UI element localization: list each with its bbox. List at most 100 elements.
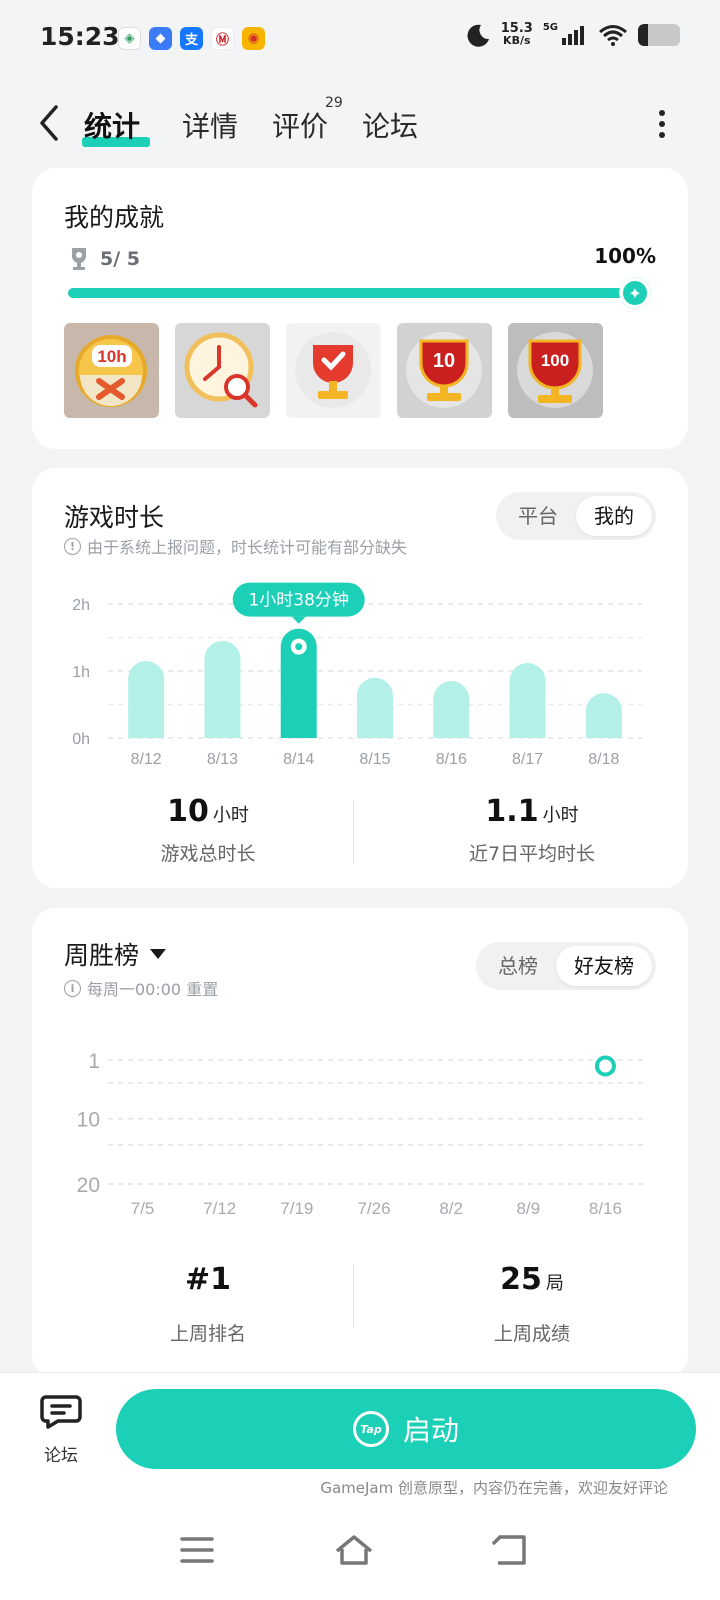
battery-icon (638, 24, 680, 46)
y-tick-label: 20 (77, 1174, 100, 1197)
ranking-segment: 总榜 好友榜 (476, 942, 656, 990)
total-playtime-label: 游戏总时长 (160, 843, 256, 865)
10h-badge-icon: 10h (75, 335, 147, 407)
ranking-line-chart: 1 10 20 7/5 7/12 7/19 7/26 8/2 8/9 8/16 (77, 1050, 648, 1218)
trophy-check-icon (295, 332, 371, 408)
forum-button[interactable]: 论坛 (36, 1393, 86, 1466)
net-speed-unit: KB/s (503, 34, 531, 47)
clock-search-icon (184, 332, 258, 408)
achievement-progress-fill (68, 288, 644, 298)
y-tick-label: 2h (72, 597, 90, 614)
segment-friends[interactable]: 好友榜 (556, 946, 652, 986)
tab-forum[interactable]: 论坛 (362, 105, 418, 145)
bar (585, 693, 622, 738)
last-week-rank-value: #1 (184, 1262, 231, 1297)
weibo-icon: ◉ (242, 27, 265, 50)
signal-icon (562, 26, 584, 45)
bottom-action-bar: 论坛 Tap 启动 GameJam 创意原型，内容仍在完善，欢迎友好评论 (0, 1372, 720, 1600)
status-right: 15.3 KB/s 5G (465, 22, 680, 48)
segment-mine[interactable]: 我的 (576, 496, 652, 536)
last-week-rank: #1 上周排名 (68, 1262, 348, 1346)
segment-overall[interactable]: 总榜 (480, 946, 556, 986)
info-icon: i (64, 979, 81, 997)
signal-label: 5G (542, 21, 558, 33)
playtime-title: 游戏时长 (64, 503, 165, 532)
badge-trophy-100[interactable]: 100 (508, 323, 603, 418)
total-playtime: 10 小时 游戏总时长 (68, 794, 348, 866)
x-tick-label: 8/16 (589, 1199, 622, 1218)
badge-clock-search[interactable] (175, 323, 270, 418)
badge-trophy-10[interactable]: 10 (397, 323, 492, 418)
notification-icons: ◈ ◆ 支 Ⓜ ◉ (118, 27, 265, 50)
y-tick-label: 1h (72, 664, 90, 681)
trophy-10-icon: 10 (406, 332, 482, 408)
top-nav: 统计 详情 评价 29 论坛 (0, 95, 720, 155)
taptap-icon: Tap (352, 1411, 389, 1447)
tab-reviews[interactable]: 评价 (272, 105, 328, 145)
segment-platform[interactable]: 平台 (500, 496, 576, 536)
avg-playtime-unit: 小时 (542, 805, 579, 826)
tab-details[interactable]: 详情 (182, 105, 238, 145)
footnote: GameJam 创意原型，内容仍在完善，欢迎友好评论 (320, 1479, 668, 1497)
more-menu-icon[interactable] (658, 109, 666, 139)
badge-10-text: 10 (433, 350, 455, 372)
achievement-count: 5/ 5 (68, 246, 140, 272)
x-tick-label: 7/26 (357, 1199, 390, 1218)
status-time: 15:23 (40, 22, 120, 51)
bar-marker-dot (295, 643, 303, 651)
tooltip-text: 1小时38分钟 (248, 591, 348, 611)
back-arrow-icon[interactable] (34, 103, 64, 143)
bar (433, 681, 470, 738)
app-blue-icon: ◆ (149, 27, 172, 50)
x-tick-label: 8/18 (588, 751, 619, 768)
playtime-hint: ! 由于系统上报问题，时长统计可能有部分缺失 (64, 534, 407, 558)
avg-playtime-value: 1.1 (485, 794, 539, 829)
back-icon[interactable] (490, 1533, 530, 1567)
playtime-card: 游戏时长 ! 由于系统上报问题，时长统计可能有部分缺失 平台 我的 0h 1h 2h… (32, 468, 688, 888)
tab-stats[interactable]: 统计 (84, 105, 140, 145)
total-playtime-unit: 小时 (212, 805, 249, 826)
review-count-badge: 29 (325, 95, 343, 111)
caret-down-icon (150, 949, 167, 959)
x-tick-label: 8/15 (359, 751, 390, 768)
chat-bubble-icon (40, 1395, 82, 1429)
avg-playtime-label: 近7日平均时长 (468, 843, 596, 865)
x-tick-label: 8/13 (207, 751, 238, 768)
badge-trophy-check[interactable] (286, 323, 381, 418)
ranking-hint: i 每周一00:00 重置 (64, 976, 218, 1000)
x-tick-label: 7/12 (203, 1199, 236, 1218)
last-week-score: 25 局 上周成绩 (392, 1262, 672, 1346)
achievement-card[interactable]: 我的成就 5/ 5 100% ✦ 10h 10 100 (32, 168, 688, 449)
x-tick-label: 8/17 (512, 751, 543, 768)
bar (204, 640, 241, 738)
launch-label: 启动 (402, 1414, 459, 1447)
stat-divider (353, 1264, 354, 1328)
sparkle-icon: ✦ (620, 278, 650, 308)
x-tick-label: 7/19 (280, 1199, 313, 1218)
home-icon[interactable] (334, 1533, 374, 1567)
forum-label: 论坛 (44, 1446, 78, 1466)
moon-icon (467, 24, 489, 47)
trophy-icon (72, 248, 86, 270)
ranking-title-dropdown[interactable]: 周胜榜 (64, 936, 167, 972)
bar (128, 660, 165, 738)
ranking-hint-text: 每周一00:00 重置 (87, 980, 219, 999)
last-week-score-label: 上周成绩 (493, 1323, 570, 1345)
launch-button[interactable]: Tap 启动 (116, 1389, 696, 1469)
bar (357, 677, 393, 738)
bar (509, 662, 546, 738)
badge-100-text: 100 (541, 351, 569, 370)
y-tick-label: 1 (88, 1050, 100, 1073)
achievement-badges: 10h 10 100 (64, 323, 603, 418)
status-bar: 15:23 ◈ ◆ 支 Ⓜ ◉ 15.3 KB/s 5G (0, 0, 720, 78)
x-tick-label: 8/2 (439, 1199, 463, 1218)
info-icon: ! (64, 537, 81, 555)
ranking-card: 周胜榜 i 每周一00:00 重置 总榜 好友榜 1 10 20 7/5 7/12 7/1… (32, 908, 688, 1378)
menu-icon[interactable] (178, 1533, 218, 1567)
achievement-count-text: 5/ 5 (100, 248, 140, 270)
badge-10h[interactable]: 10h (64, 323, 159, 418)
achievement-progress-bar: ✦ (68, 278, 650, 308)
x-tick-label: 7/5 (131, 1199, 155, 1218)
x-tick-label: 8/12 (131, 751, 162, 768)
wifi-icon (599, 25, 627, 46)
